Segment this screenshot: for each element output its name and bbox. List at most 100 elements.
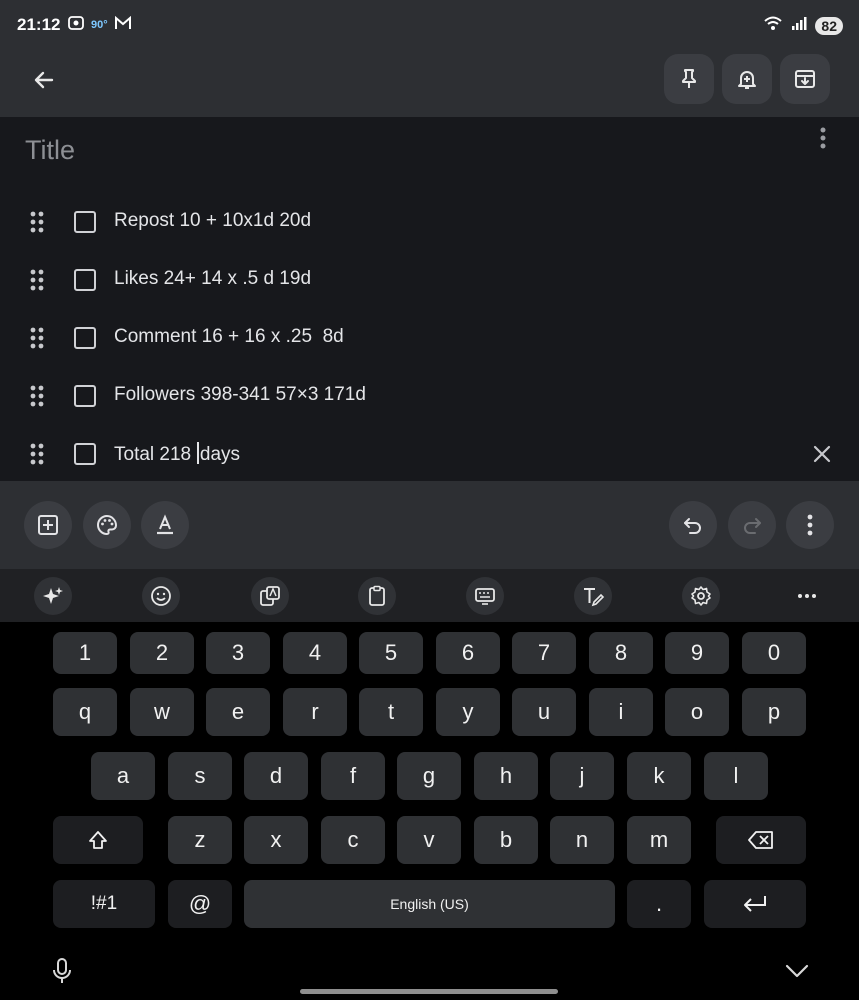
key-u[interactable]: u <box>512 688 576 736</box>
period-key[interactable]: . <box>627 880 691 928</box>
key-h[interactable]: h <box>474 752 538 800</box>
clipboard-button[interactable] <box>358 577 396 615</box>
add-button[interactable] <box>24 501 72 549</box>
palette-icon <box>97 514 118 536</box>
key-9[interactable]: 9 <box>665 632 729 674</box>
key-e[interactable]: e <box>206 688 270 736</box>
voice-input-button[interactable] <box>50 956 74 986</box>
drag-handle-icon[interactable] <box>29 385 45 407</box>
archive-button[interactable] <box>780 54 830 104</box>
key-l[interactable]: l <box>704 752 768 800</box>
note-more-button[interactable] <box>808 123 838 153</box>
translate-icon <box>260 586 280 606</box>
emoji-button[interactable] <box>142 577 180 615</box>
item-text[interactable]: Comment 16 + 16 x .25 8d <box>114 326 344 348</box>
text-format-icon <box>157 514 173 535</box>
keyboard-settings-button[interactable] <box>682 577 720 615</box>
key-i[interactable]: i <box>589 688 653 736</box>
key-q[interactable]: q <box>53 688 117 736</box>
key-c[interactable]: c <box>321 816 385 864</box>
item-checkbox[interactable] <box>74 327 96 349</box>
key-3[interactable]: 3 <box>206 632 270 674</box>
text-cursor <box>197 442 199 464</box>
more-horizontal-icon <box>798 594 816 598</box>
item-checkbox[interactable] <box>74 385 96 407</box>
key-s[interactable]: s <box>168 752 232 800</box>
item-text[interactable]: Likes 24+ 14 x .5 d 19d <box>114 268 311 290</box>
key-z[interactable]: z <box>168 816 232 864</box>
key-d[interactable]: d <box>244 752 308 800</box>
key-p[interactable]: p <box>742 688 806 736</box>
redo-button[interactable] <box>728 501 776 549</box>
gesture-navigation-bar[interactable] <box>300 989 558 994</box>
key-b[interactable]: b <box>474 816 538 864</box>
wifi-icon <box>763 15 783 36</box>
drag-handle-icon[interactable] <box>29 211 45 233</box>
key-x[interactable]: x <box>244 816 308 864</box>
item-text-input[interactable]: Total 218 days <box>114 442 240 466</box>
item-checkbox[interactable] <box>74 211 96 233</box>
key-2[interactable]: 2 <box>130 632 194 674</box>
status-time: 21:12 <box>17 15 61 34</box>
key-7[interactable]: 7 <box>512 632 576 674</box>
checklist-item: Comment 16 + 16 x .25 8d <box>0 316 859 360</box>
hide-keyboard-button[interactable] <box>784 960 810 982</box>
key-1[interactable]: 1 <box>53 632 117 674</box>
key-j[interactable]: j <box>550 752 614 800</box>
gear-icon <box>691 586 711 606</box>
at-key[interactable]: @ <box>168 880 232 928</box>
key-f[interactable]: f <box>321 752 385 800</box>
item-text[interactable]: Repost 10 + 10x1d 20d <box>114 210 311 232</box>
key-r[interactable]: r <box>283 688 347 736</box>
key-0[interactable]: 0 <box>742 632 806 674</box>
key-5[interactable]: 5 <box>359 632 423 674</box>
title-input[interactable]: Title <box>25 135 75 166</box>
key-y[interactable]: y <box>436 688 500 736</box>
delete-item-button[interactable] <box>808 440 836 468</box>
keyboard-toolbar <box>0 569 859 622</box>
microphone-icon <box>53 958 71 983</box>
editor-toolbar <box>0 481 859 569</box>
backspace-key[interactable] <box>716 816 806 864</box>
text-format-button[interactable] <box>141 501 189 549</box>
enter-key[interactable] <box>704 880 806 928</box>
enter-icon <box>744 896 766 912</box>
pin-button[interactable] <box>664 54 714 104</box>
undo-button[interactable] <box>669 501 717 549</box>
drag-handle-icon[interactable] <box>29 269 45 291</box>
symbols-key[interactable]: !#1 <box>53 880 155 928</box>
ai-writing-button[interactable] <box>34 577 72 615</box>
background-options-button[interactable] <box>83 501 131 549</box>
item-checkbox[interactable] <box>74 269 96 291</box>
translate-button[interactable] <box>251 577 289 615</box>
space-key[interactable]: English (US) <box>244 880 615 928</box>
key-8[interactable]: 8 <box>589 632 653 674</box>
key-4[interactable]: 4 <box>283 632 347 674</box>
more-options-button[interactable] <box>786 501 834 549</box>
key-w[interactable]: w <box>130 688 194 736</box>
sparkle-icon <box>43 587 63 604</box>
item-checkbox[interactable] <box>74 443 96 465</box>
reminder-button[interactable] <box>722 54 772 104</box>
key-n[interactable]: n <box>550 816 614 864</box>
key-g[interactable]: g <box>397 752 461 800</box>
keyboard-mode-button[interactable] <box>466 577 504 615</box>
key-o[interactable]: o <box>665 688 729 736</box>
keyboard-more-button[interactable] <box>788 577 826 615</box>
signal-icon <box>791 16 807 35</box>
key-6[interactable]: 6 <box>436 632 500 674</box>
shift-key[interactable] <box>53 816 143 864</box>
drag-handle-icon[interactable] <box>29 443 45 465</box>
key-a[interactable]: a <box>91 752 155 800</box>
backspace-icon <box>748 831 773 849</box>
key-k[interactable]: k <box>627 752 691 800</box>
clipboard-icon <box>369 585 385 606</box>
handwriting-button[interactable] <box>574 577 612 615</box>
item-text[interactable]: Followers 398-341 57×3 171d <box>114 384 366 406</box>
temperature-indicator: 90° <box>91 18 108 31</box>
key-v[interactable]: v <box>397 816 461 864</box>
key-m[interactable]: m <box>627 816 691 864</box>
drag-handle-icon[interactable] <box>29 327 45 349</box>
key-t[interactable]: t <box>359 688 423 736</box>
back-button[interactable] <box>24 60 64 100</box>
